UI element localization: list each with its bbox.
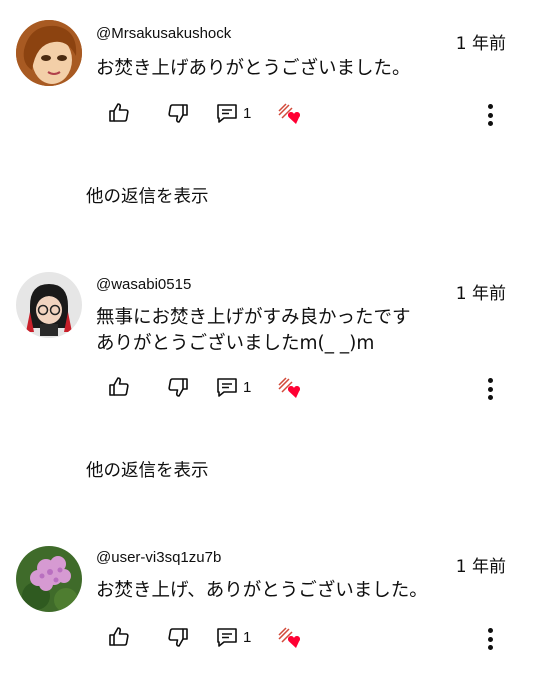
- comment-text: 無事にお焚き上げがすみ良かったです ありがとうございましたm(_ _)m: [96, 307, 411, 354]
- thumbs-down-icon: [168, 104, 188, 123]
- reply-count: 1: [243, 378, 252, 396]
- thumbs-up-icon: [109, 103, 129, 122]
- more-options-button[interactable]: [480, 624, 500, 654]
- comment-actions: 1: [0, 372, 540, 406]
- like-button[interactable]: [107, 98, 131, 128]
- thumbs-up-icon: [109, 627, 129, 646]
- thumbs-down-icon: [168, 378, 188, 397]
- creator-heart: [276, 98, 306, 128]
- creator-heart: [276, 372, 306, 402]
- like-button[interactable]: [107, 372, 131, 402]
- show-more-replies-link[interactable]: 他の返信を表示: [86, 457, 209, 482]
- comment-actions: 1: [0, 98, 540, 132]
- comment-author[interactable]: @user-vi3sq1zu7b: [96, 549, 221, 566]
- avatar[interactable]: [16, 272, 82, 338]
- like-button[interactable]: [107, 622, 131, 652]
- creator-heart-icon: [278, 377, 301, 398]
- comment-timestamp: 1 年前: [455, 284, 506, 304]
- comment-reply-icon: [217, 378, 237, 397]
- avatar[interactable]: [16, 20, 82, 86]
- comment-author[interactable]: @wasabi0515: [96, 276, 191, 293]
- reply-button[interactable]: 1: [215, 98, 251, 128]
- comment-reply-icon: [217, 104, 237, 123]
- thumbs-up-icon: [109, 377, 129, 396]
- dislike-button[interactable]: [166, 622, 190, 652]
- creator-heart-icon: [278, 103, 301, 124]
- show-more-replies-link[interactable]: 他の返信を表示: [86, 183, 209, 208]
- reply-count: 1: [243, 628, 252, 646]
- comment-reply-icon: [217, 628, 237, 647]
- comment-author[interactable]: @Mrsakusakushock: [96, 25, 231, 42]
- creator-heart-icon: [278, 627, 301, 648]
- comment-actions: 1: [0, 622, 540, 656]
- thumbs-down-icon: [168, 628, 188, 647]
- comment-text: お焚き上げありがとうございました。: [96, 58, 411, 79]
- more-options-button[interactable]: [480, 100, 500, 130]
- avatar[interactable]: [16, 546, 82, 612]
- comment-timestamp: 1 年前: [455, 34, 506, 54]
- reply-count: 1: [243, 104, 252, 122]
- comment-text: お焚き上げ、ありがとうございました。: [96, 580, 428, 601]
- creator-heart: [276, 622, 306, 652]
- dislike-button[interactable]: [166, 98, 190, 128]
- more-options-button[interactable]: [480, 374, 500, 404]
- dislike-button[interactable]: [166, 372, 190, 402]
- comment-timestamp: 1 年前: [455, 557, 506, 577]
- reply-button[interactable]: 1: [215, 622, 251, 652]
- reply-button[interactable]: 1: [215, 372, 251, 402]
